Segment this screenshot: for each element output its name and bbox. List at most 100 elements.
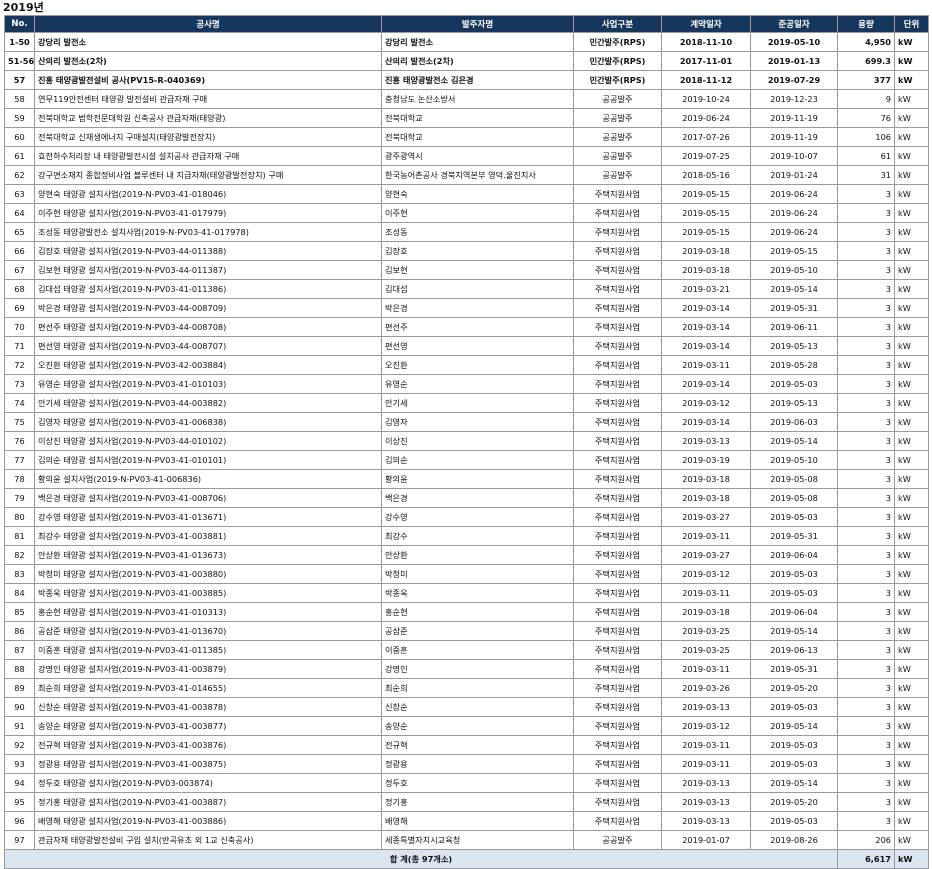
- cell-client-name: 김의순: [381, 450, 574, 470]
- cell-project-name: 이중훈 태양광 설치사업(2019-N-PV03-41-011385): [34, 640, 382, 660]
- cell-completion-date: 2019-11-19: [750, 127, 838, 147]
- cell-unit: kW: [894, 602, 929, 622]
- cell-completion-date: 2019-05-31: [750, 659, 838, 679]
- cell-unit: kW: [894, 241, 929, 261]
- cell-no: 80: [4, 507, 35, 527]
- table-row: 93 정광용 태양광 설치사업(2019-N-PV03-41-003875) 정광용…: [4, 754, 929, 774]
- cell-capacity: 699.3: [837, 51, 895, 71]
- cell-client-name: 양현숙: [381, 184, 574, 204]
- cell-client-name: 황의윤: [381, 469, 574, 489]
- cell-contract-date: 2018-11-10: [661, 32, 751, 52]
- cell-unit: kW: [894, 32, 929, 52]
- cell-completion-date: 2019-05-14: [750, 621, 838, 641]
- header-completion-date: 준공일자: [750, 15, 838, 33]
- cell-capacity: 3: [837, 279, 895, 299]
- header-project-name: 공사명: [34, 15, 382, 33]
- cell-unit: kW: [894, 203, 929, 223]
- cell-project-name: 이주현 태양광 설치사업(2019-N-PV03-41-017979): [34, 203, 382, 223]
- header-client-name: 발주자명: [381, 15, 574, 33]
- cell-project-name: 홍순현 태양광 설치사업(2019-N-PV03-41-010313): [34, 602, 382, 622]
- header-unit: 단위: [894, 15, 929, 33]
- cell-capacity: 3: [837, 507, 895, 527]
- cell-no: 68: [4, 279, 35, 299]
- cell-client-name: 최강수: [381, 526, 574, 546]
- cell-business-type: 주택지원사업: [573, 678, 662, 698]
- table-row: 59 전북대학교 법학전문대학원 신축공사 관급자재(태양광) 전북대학교 공공발주 2…: [4, 108, 929, 128]
- table-row: 66 김장호 태양광 설치사업(2019-N-PV03-44-011388) 김장호…: [4, 241, 929, 261]
- cell-contract-date: 2019-03-18: [661, 241, 751, 261]
- cell-contract-date: 2019-03-13: [661, 811, 751, 831]
- cell-completion-date: 2019-10-07: [750, 146, 838, 166]
- cell-completion-date: 2019-05-03: [750, 811, 838, 831]
- cell-contract-date: 2017-07-26: [661, 127, 751, 147]
- table-row: 74 안기세 태양광 설치사업(2019-N-PV03-44-003882) 안기세…: [4, 393, 929, 413]
- cell-business-type: 주택지원사업: [573, 716, 662, 736]
- cell-project-name: 백은경 태양광 설치사업(2019-N-PV03-41-008706): [34, 488, 382, 508]
- cell-project-name: 강구면소재지 종합정비사업 블루센터 내 지급자재(태양광발전장치) 구매: [34, 165, 382, 185]
- cell-business-type: 민간발주(RPS): [573, 51, 662, 71]
- cell-capacity: 377: [837, 70, 895, 90]
- cell-business-type: 주택지원사업: [573, 469, 662, 489]
- cell-business-type: 주택지원사업: [573, 260, 662, 280]
- cell-unit: kW: [894, 222, 929, 242]
- cell-completion-date: 2019-05-03: [750, 564, 838, 584]
- cell-contract-date: 2019-03-25: [661, 621, 751, 641]
- header-capacity: 용량: [837, 15, 895, 33]
- table-row: 81 최강수 태양광 설치사업(2019-N-PV03-41-003881) 최강수…: [4, 526, 929, 546]
- cell-no: 83: [4, 564, 35, 584]
- cell-project-name: 최순희 태양광 설치사업(2019-N-PV03-41-014655): [34, 678, 382, 698]
- cell-client-name: 최순희: [381, 678, 574, 698]
- cell-unit: kW: [894, 393, 929, 413]
- table-row: 84 박종욱 태양광 설치사업(2019-N-PV03-41-003885) 박종욱…: [4, 583, 929, 603]
- cell-completion-date: 2019-05-13: [750, 393, 838, 413]
- table-row: 60 전북대학교 신재생에너지 구매설치(태양광발전장치) 전북대학교 공공발주 201…: [4, 127, 929, 147]
- cell-contract-date: 2019-03-11: [661, 735, 751, 755]
- cell-contract-date: 2019-03-18: [661, 469, 751, 489]
- cell-completion-date: 2019-05-13: [750, 336, 838, 356]
- cell-no: 70: [4, 317, 35, 337]
- cell-contract-date: 2019-03-18: [661, 260, 751, 280]
- cell-client-name: 박청미: [381, 564, 574, 584]
- cell-unit: kW: [894, 89, 929, 109]
- cell-contract-date: 2019-03-27: [661, 545, 751, 565]
- cell-business-type: 주택지원사업: [573, 735, 662, 755]
- cell-project-name: 박청미 태양광 설치사업(2019-N-PV03-41-003880): [34, 564, 382, 584]
- cell-contract-date: 2019-03-18: [661, 488, 751, 508]
- cell-client-name: 신창순: [381, 697, 574, 717]
- cell-completion-date: 2019-05-14: [750, 431, 838, 451]
- cell-business-type: 주택지원사업: [573, 222, 662, 242]
- cell-contract-date: 2018-11-12: [661, 70, 751, 90]
- cell-unit: kW: [894, 507, 929, 527]
- cell-project-name: 최강수 태양광 설치사업(2019-N-PV03-41-003881): [34, 526, 382, 546]
- cell-business-type: 주택지원사업: [573, 754, 662, 774]
- cell-no: 86: [4, 621, 35, 641]
- cell-no: 85: [4, 602, 35, 622]
- cell-business-type: 공공발주: [573, 165, 662, 185]
- cell-contract-date: 2019-01-07: [661, 830, 751, 850]
- cell-no: 73: [4, 374, 35, 394]
- cell-business-type: 주택지원사업: [573, 241, 662, 261]
- cell-no: 87: [4, 640, 35, 660]
- cell-no: 93: [4, 754, 35, 774]
- cell-completion-date: 2019-11-19: [750, 108, 838, 128]
- cell-capacity: 3: [837, 602, 895, 622]
- cell-completion-date: 2019-06-24: [750, 203, 838, 223]
- cell-unit: kW: [894, 70, 929, 90]
- cell-client-name: 홍순현: [381, 602, 574, 622]
- cell-client-name: 안기세: [381, 393, 574, 413]
- header-business-type: 사업구분: [573, 15, 662, 33]
- cell-completion-date: 2019-05-03: [750, 507, 838, 527]
- cell-business-type: 주택지원사업: [573, 640, 662, 660]
- cell-completion-date: 2019-05-14: [750, 773, 838, 793]
- cell-completion-date: 2019-01-13: [750, 51, 838, 71]
- cell-capacity: 3: [837, 203, 895, 223]
- cell-business-type: 주택지원사업: [573, 583, 662, 603]
- cell-client-name: 송양순: [381, 716, 574, 736]
- cell-project-name: 강명인 태양광 설치사업(2019-N-PV03-41-003879): [34, 659, 382, 679]
- cell-client-name: 이상진: [381, 431, 574, 451]
- cell-contract-date: 2019-03-19: [661, 450, 751, 470]
- cell-contract-date: 2019-05-15: [661, 222, 751, 242]
- table-row: 77 김의순 태양광 설치사업(2019-N-PV03-41-010101) 김의순…: [4, 450, 929, 470]
- cell-project-name: 유영순 태양광 설치사업(2019-N-PV03-41-010103): [34, 374, 382, 394]
- cell-capacity: 3: [837, 811, 895, 831]
